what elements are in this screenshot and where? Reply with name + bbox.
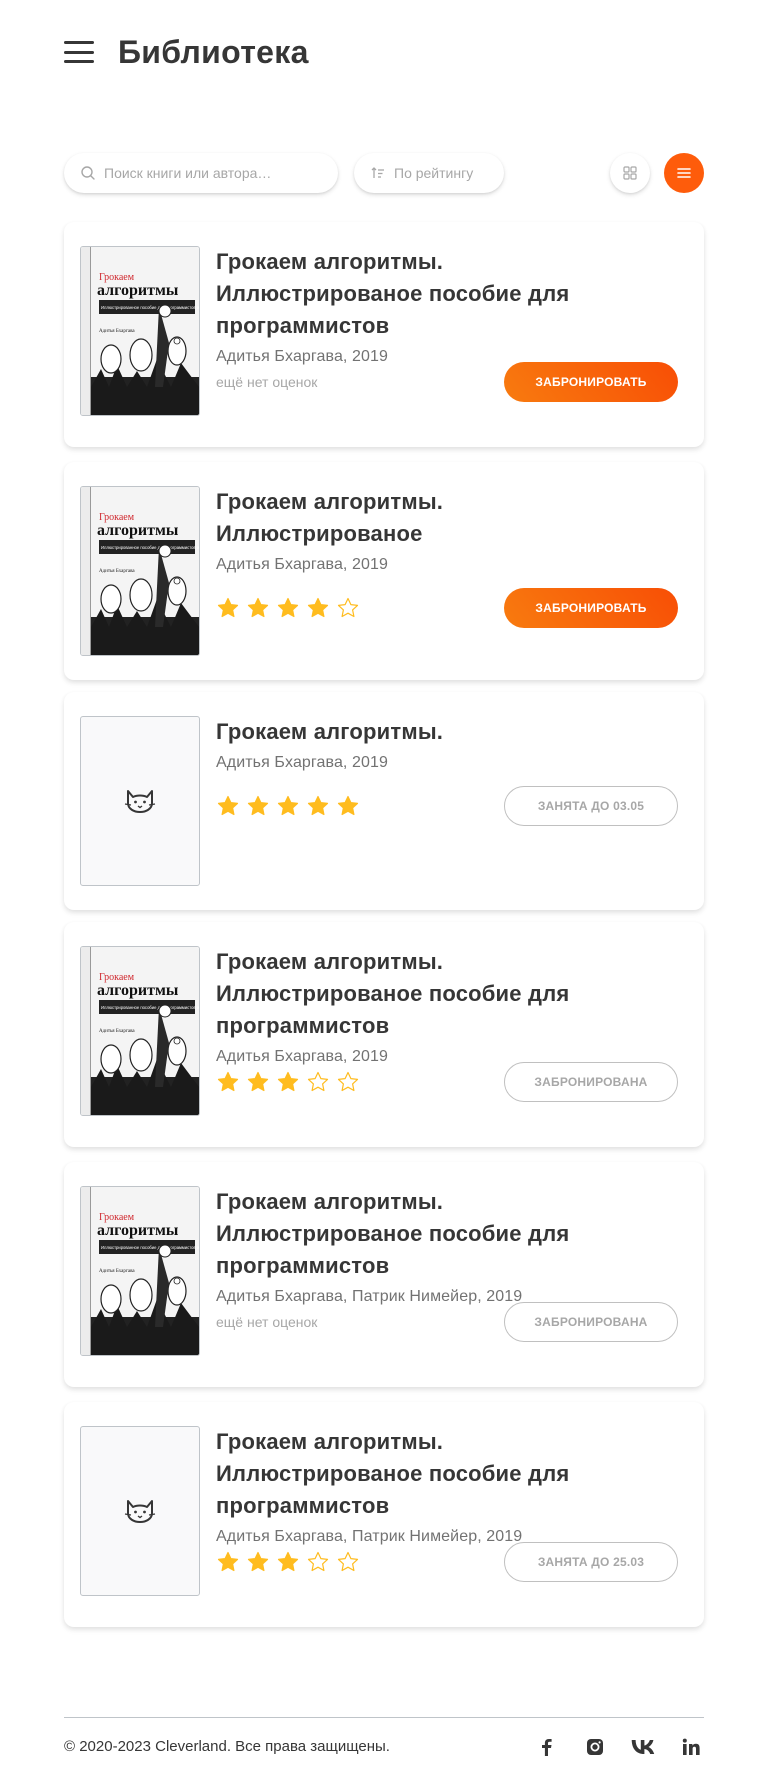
book-status-button[interactable]: ЗАБРОНИРОВАНА xyxy=(504,1062,678,1102)
cover-subtitle: Иллюстрированное пособие для программист… xyxy=(101,1005,199,1010)
book-title[interactable]: Грокаем алгоритмы. xyxy=(216,716,636,748)
facebook-icon[interactable] xyxy=(535,1735,559,1759)
cover-subtitle: Иллюстрированное пособие для программист… xyxy=(101,545,199,550)
star-filled-icon xyxy=(307,597,329,618)
book-cover: Грокаем алгоритмы Иллюстрированное пособ… xyxy=(80,486,200,656)
cover-author: Адитья Бхаргава xyxy=(99,329,135,334)
sort-descending-icon xyxy=(371,167,384,178)
star-filled-icon xyxy=(277,1071,299,1092)
star-empty-icon xyxy=(337,1551,359,1572)
book-cover: Грокаем алгоритмы Иллюстрированное пособ… xyxy=(80,946,200,1116)
book-cover: Грокаем алгоритмы Иллюстрированное пособ… xyxy=(80,1186,200,1356)
book-cover-image: Грокаем алгоритмы Иллюстрированное пособ… xyxy=(81,247,199,415)
book-author: Адитья Бхаргава, Патрик Нимейер, 2019 xyxy=(216,1528,523,1545)
book-status-button[interactable]: ЗАНЯТА ДО 25.03 xyxy=(504,1542,678,1582)
cover-subtitle: Иллюстрированное пособие для программист… xyxy=(101,1245,199,1250)
book-author: Адитья Бхаргава, Патрик Нимейер, 2019 xyxy=(216,1288,523,1305)
no-rating-text: ещё нет оценок xyxy=(216,1314,318,1330)
star-filled-icon xyxy=(277,1551,299,1572)
book-cover-image: Грокаем алгоритмы Иллюстрированное пособ… xyxy=(81,1187,199,1355)
cover-author: Адитья Бхаргава xyxy=(99,569,135,574)
star-filled-icon xyxy=(217,1551,239,1572)
book-card[interactable]: Грокаем алгоритмы Иллюстрированное пособ… xyxy=(64,922,704,1147)
book-cover-image: Грокаем алгоритмы Иллюстрированное пособ… xyxy=(81,487,199,655)
page-title: Библиотека xyxy=(118,33,309,70)
book-card[interactable]: Грокаем алгоритмы. Адитья Бхаргава, 2019 З… xyxy=(64,692,704,910)
cover-black-word: алгоритмы xyxy=(97,982,179,999)
book-card[interactable]: Грокаем алгоритмы Иллюстрированное пособ… xyxy=(64,1162,704,1387)
star-empty-icon xyxy=(307,1071,329,1092)
sort-button[interactable]: По рейтингу xyxy=(354,153,504,193)
book-author: Адитья Бхаргава, 2019 xyxy=(216,1048,389,1065)
rating-stars xyxy=(216,1070,360,1094)
copyright: © 2020-2023 Cleverland. Все права защище… xyxy=(64,1738,390,1755)
book-status-button[interactable]: ЗАНЯТА ДО 03.05 xyxy=(504,786,678,826)
star-filled-icon xyxy=(247,1551,269,1572)
sort-label: По рейтингу xyxy=(394,165,474,181)
book-author: Адитья Бхаргава, 2019 xyxy=(216,556,389,573)
star-filled-icon xyxy=(247,597,269,618)
star-filled-icon xyxy=(217,1071,239,1092)
book-cover-placeholder xyxy=(80,1426,200,1596)
cover-author: Адитья Бхаргава xyxy=(99,1269,135,1274)
book-author: Адитья Бхаргава, 2019 xyxy=(216,754,389,771)
linkedin-icon[interactable] xyxy=(679,1735,703,1759)
rating-stars xyxy=(216,596,360,620)
grid-icon xyxy=(623,166,637,180)
rating-stars xyxy=(216,794,360,818)
view-list-button[interactable] xyxy=(664,153,704,193)
book-cover-placeholder xyxy=(80,716,200,886)
book-cover-image: Грокаем алгоритмы Иллюстрированное пособ… xyxy=(81,947,199,1115)
book-card[interactable]: Грокаем алгоритмы. Иллюстрированое пособ… xyxy=(64,1402,704,1627)
star-filled-icon xyxy=(217,597,239,618)
cover-author: Адитья Бхаргава xyxy=(99,1029,135,1034)
star-filled-icon xyxy=(277,597,299,618)
star-empty-icon xyxy=(337,1071,359,1092)
list-icon xyxy=(677,168,691,178)
search-icon xyxy=(81,166,95,180)
book-title[interactable]: Грокаем алгоритмы. Иллюстрированое xyxy=(216,486,636,550)
footer-divider xyxy=(64,1717,704,1718)
book-status-button[interactable]: ЗАБРОНИРОВАНА xyxy=(504,1302,678,1342)
social-links xyxy=(535,1735,703,1759)
book-title[interactable]: Грокаем алгоритмы. Иллюстрированое пособ… xyxy=(216,946,636,1042)
book-cover: Грокаем алгоритмы Иллюстрированное пособ… xyxy=(80,246,200,416)
cat-icon xyxy=(124,1500,156,1523)
instagram-icon[interactable] xyxy=(583,1735,607,1759)
cover-black-word: алгоритмы xyxy=(97,522,179,539)
book-reserve-button[interactable]: ЗАБРОНИРОВАТЬ xyxy=(504,588,678,628)
cover-black-word: алгоритмы xyxy=(97,282,179,299)
book-title[interactable]: Грокаем алгоритмы. Иллюстрированое пособ… xyxy=(216,246,636,342)
book-reserve-button[interactable]: ЗАБРОНИРОВАТЬ xyxy=(504,362,678,402)
star-filled-icon xyxy=(307,795,329,816)
no-rating-text: ещё нет оценок xyxy=(216,374,318,390)
star-empty-icon xyxy=(337,597,359,618)
star-filled-icon xyxy=(337,795,359,816)
cover-subtitle: Иллюстрированное пособие для программист… xyxy=(101,305,199,310)
book-card[interactable]: Грокаем алгоритмы Иллюстрированное пособ… xyxy=(64,222,704,447)
star-filled-icon xyxy=(277,795,299,816)
vk-icon[interactable] xyxy=(631,1735,655,1759)
book-author: Адитья Бхаргава, 2019 xyxy=(216,348,389,365)
cover-black-word: алгоритмы xyxy=(97,1222,179,1239)
star-filled-icon xyxy=(217,795,239,816)
star-filled-icon xyxy=(247,1071,269,1092)
book-card[interactable]: Грокаем алгоритмы Иллюстрированное пособ… xyxy=(64,462,704,680)
star-empty-icon xyxy=(307,1551,329,1572)
search-box[interactable] xyxy=(64,153,338,193)
view-tile-button[interactable] xyxy=(610,153,650,193)
burger-menu-icon[interactable] xyxy=(64,41,94,63)
search-input[interactable] xyxy=(104,165,314,181)
header: Библиотека xyxy=(64,30,309,74)
star-filled-icon xyxy=(247,795,269,816)
rating-stars xyxy=(216,1550,360,1574)
cat-icon xyxy=(124,790,156,813)
toolbar: По рейтингу xyxy=(64,153,704,193)
book-title[interactable]: Грокаем алгоритмы. Иллюстрированое пособ… xyxy=(216,1426,636,1522)
book-title[interactable]: Грокаем алгоритмы. Иллюстрированое пособ… xyxy=(216,1186,636,1282)
